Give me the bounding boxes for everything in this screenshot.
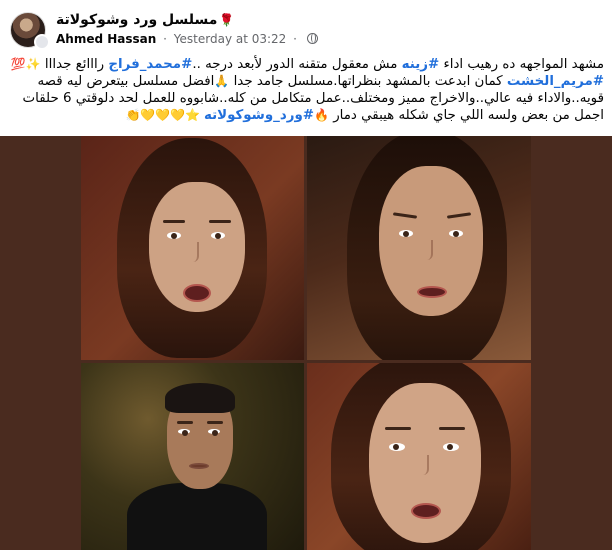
post-timestamp-link[interactable]: Yesterday at 03:22: [174, 32, 287, 46]
facebook-post: 🌹مسلسل ورد وشوكولاتة Ahmed Hassan · Yest…: [0, 0, 612, 550]
stars-hearts-clap-emoji: ⭐💛💛💛👏: [125, 108, 204, 122]
pray-emoji: 🙏: [214, 74, 230, 88]
hashtag-ward-w-chocolata[interactable]: #ورد_وشوكولاته: [204, 108, 314, 123]
hashtag-mohamed-farrag[interactable]: #محمد_فراج: [108, 57, 192, 72]
post-text-line-1: مشهد المواجهه ده رهيب اداء #زينه مش معقو…: [10, 57, 604, 72]
photo-man-in-dark-suit[interactable]: [81, 363, 304, 550]
group-name-link[interactable]: 🌹مسلسل ورد وشوكولاتة: [56, 12, 234, 28]
photo-woman-surprised-closeup[interactable]: [307, 363, 531, 550]
post-media-grid: [0, 136, 612, 550]
fire-emoji: 🔥: [314, 108, 329, 122]
meta-separator: ·: [163, 32, 167, 46]
photo-woman-confronting[interactable]: [307, 136, 531, 360]
hashtag-mariam-elkhesht[interactable]: #مريم_الخشت: [507, 74, 604, 89]
globe-icon: [306, 33, 318, 44]
post-text-line-3: قويه..والاداء فيه عالي..والاخراج مميز وم…: [22, 91, 604, 106]
photo-woman-surprised-left[interactable]: [81, 136, 304, 360]
hashtag-zeina[interactable]: #زينه: [402, 57, 440, 72]
sparkles-hundred-emoji: ✨💯: [10, 57, 41, 71]
profile-avatar-badge[interactable]: [34, 34, 50, 50]
post-meta: Ahmed Hassan · Yesterday at 03:22 ·: [56, 32, 318, 46]
meta-separator-2: ·: [293, 32, 297, 46]
post-text-line-4: اجمل من بعض ولسه اللي جاي شكله هيبقي دما…: [125, 108, 604, 123]
post-header: 🌹مسلسل ورد وشوكولاتة Ahmed Hassan · Yest…: [0, 0, 612, 54]
author-name-link[interactable]: Ahmed Hassan: [56, 32, 156, 46]
post-text-line-2: #مريم_الخشت كمان ابدعت بالمشهد بنظراتها.…: [37, 74, 604, 89]
post-text: مشهد المواجهه ده رهيب اداء #زينه مش معقو…: [6, 56, 604, 124]
rose-icon: 🌹: [219, 13, 235, 27]
